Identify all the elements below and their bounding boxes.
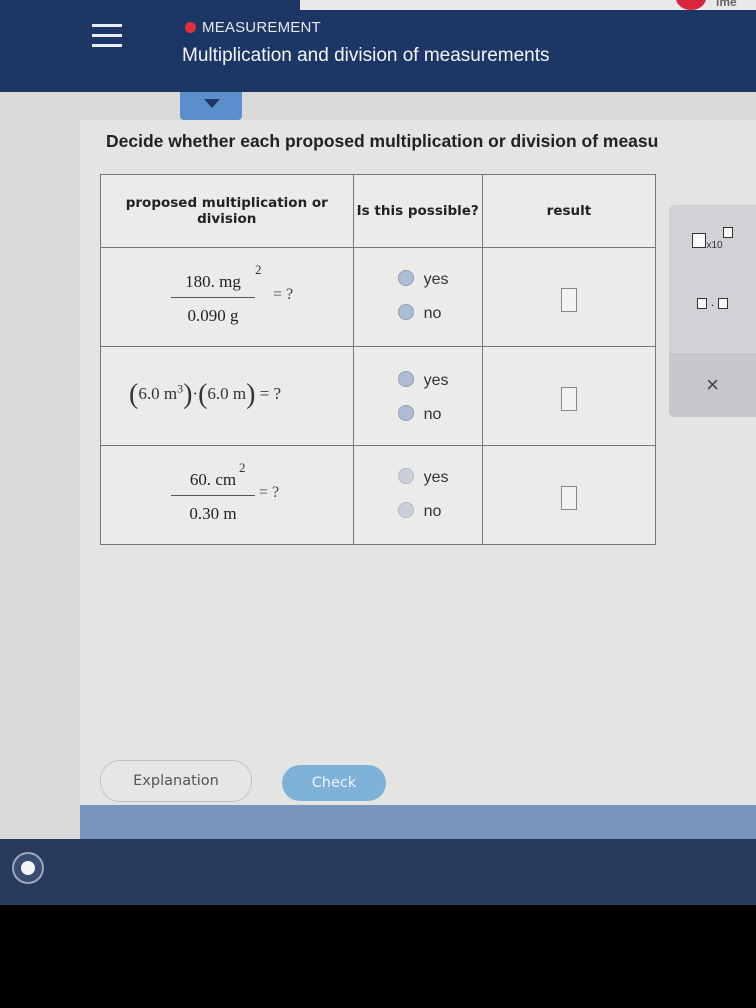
sci-label: x10 bbox=[706, 240, 723, 251]
radio-no[interactable]: no bbox=[397, 405, 442, 424]
box-icon bbox=[696, 298, 707, 309]
exponent: 2 bbox=[239, 460, 246, 475]
section-label: MEASUREMENT bbox=[202, 19, 321, 36]
result-cell bbox=[481, 247, 657, 347]
equals-question: = ? bbox=[259, 484, 280, 501]
menu-icon[interactable] bbox=[92, 24, 122, 50]
radio-icon[interactable] bbox=[397, 502, 414, 518]
factor-a: 6.0 m bbox=[138, 384, 178, 403]
taskbar bbox=[0, 839, 756, 905]
result-input[interactable] bbox=[560, 288, 577, 312]
radio-icon[interactable] bbox=[397, 270, 414, 286]
table-row: 180. mg 0.090 g 2 = ? yes no bbox=[100, 247, 657, 347]
fraction: 180. mg 0.090 g bbox=[171, 272, 255, 326]
equals-question: = ? bbox=[259, 384, 282, 403]
page-title: Multiplication and division of measureme… bbox=[182, 45, 550, 66]
radio-no-label: no bbox=[423, 503, 442, 520]
radio-icon[interactable] bbox=[397, 405, 414, 421]
radio-icon[interactable] bbox=[397, 304, 414, 320]
fraction-bar bbox=[171, 495, 255, 496]
expression-cell: (6.0 m3)·(6.0 m) = ? bbox=[100, 346, 354, 446]
fraction: 60. cm 0.30 m bbox=[171, 470, 255, 524]
radio-icon[interactable] bbox=[397, 468, 414, 484]
result-input[interactable] bbox=[560, 486, 577, 510]
screen: ime MEASUREMENT Multiplication and divis… bbox=[0, 0, 756, 905]
header-proposed: proposed multiplication or division bbox=[100, 174, 354, 248]
check-button[interactable]: Check bbox=[282, 765, 386, 801]
top-bar: ime MEASUREMENT Multiplication and divis… bbox=[0, 0, 756, 92]
factor-b: 6.0 m bbox=[207, 384, 247, 403]
brand-text: ime bbox=[716, 0, 737, 9]
question-table: proposed multiplication or division Is t… bbox=[100, 174, 657, 545]
radio-yes-label: yes bbox=[423, 372, 449, 389]
instruction-text: Decide whether each proposed multiplicat… bbox=[106, 131, 659, 151]
choice-cell: yes no bbox=[352, 247, 483, 347]
close-button[interactable]: × bbox=[669, 353, 756, 417]
expression-cell: 60. cm 0.30 m 2 = ? bbox=[100, 445, 354, 545]
radio-no-label: no bbox=[423, 406, 442, 423]
radio-yes[interactable]: yes bbox=[397, 270, 449, 289]
footer-bar bbox=[80, 805, 756, 839]
table-row: 60. cm 0.30 m 2 = ? yes no bbox=[100, 445, 657, 545]
box-icon bbox=[692, 233, 707, 249]
result-cell bbox=[481, 346, 657, 446]
radio-yes-label: yes bbox=[423, 271, 449, 288]
result-cell bbox=[481, 445, 657, 545]
header-result: result bbox=[481, 174, 657, 248]
radio-icon[interactable] bbox=[397, 371, 414, 387]
radio-yes-label: yes bbox=[423, 469, 449, 486]
choice-cell: yes no bbox=[352, 445, 483, 545]
expression-cell: 180. mg 0.090 g 2 = ? bbox=[100, 247, 354, 347]
denominator: 0.090 g bbox=[187, 306, 239, 325]
scientific-notation-button[interactable]: x10 bbox=[669, 227, 756, 279]
equals-question: = ? bbox=[273, 286, 294, 303]
result-input[interactable] bbox=[560, 387, 577, 411]
collapse-toggle-button[interactable] bbox=[180, 92, 242, 120]
fraction-bar bbox=[171, 297, 255, 298]
status-dot-icon bbox=[185, 22, 196, 33]
header-possible: Is this possible? bbox=[352, 174, 483, 248]
table-header-row: proposed multiplication or division Is t… bbox=[100, 174, 657, 248]
numerator: 180. mg bbox=[185, 272, 241, 291]
exponent: 2 bbox=[255, 262, 262, 277]
choice-cell: yes no bbox=[352, 346, 483, 446]
radio-no[interactable]: no bbox=[397, 304, 442, 323]
chevron-down-icon bbox=[204, 99, 220, 108]
radio-no-label: no bbox=[423, 305, 442, 322]
multiply-template-button[interactable]: · bbox=[669, 297, 756, 349]
radio-no[interactable]: no bbox=[397, 502, 442, 521]
denominator: 0.30 m bbox=[189, 504, 237, 523]
radio-yes[interactable]: yes bbox=[397, 468, 449, 487]
radio-yes[interactable]: yes bbox=[397, 371, 449, 390]
math-tools-panel: x10 · × bbox=[669, 205, 756, 417]
breadcrumb: MEASUREMENT bbox=[185, 19, 321, 36]
box-icon bbox=[718, 298, 729, 309]
home-button-icon[interactable] bbox=[12, 852, 44, 884]
product-expression: (6.0 m3)·(6.0 m) = ? bbox=[129, 379, 282, 410]
explanation-button[interactable]: Explanation bbox=[100, 760, 252, 802]
exponent-box-icon bbox=[722, 227, 733, 238]
table-row: (6.0 m3)·(6.0 m) = ? yes no bbox=[100, 346, 657, 446]
